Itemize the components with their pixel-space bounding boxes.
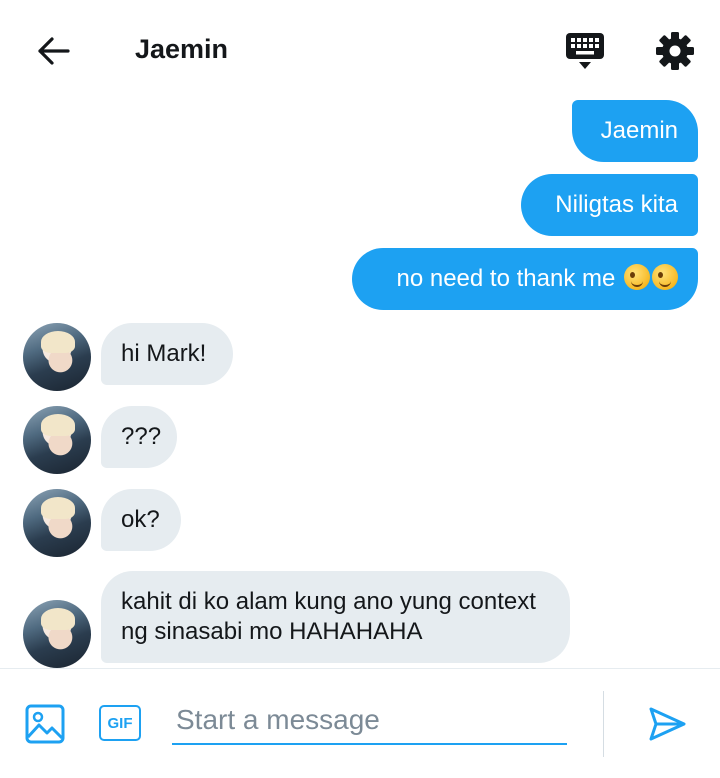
divider [603,691,604,757]
message-bubble-incoming[interactable]: ??? [101,406,177,468]
message-list[interactable]: Jaemin Niligtas kita no need to thank me… [0,100,720,668]
gif-button[interactable]: GIF [99,705,141,741]
avatar[interactable] [23,406,91,474]
message-bubble-incoming[interactable]: kahit di ko alam kung ano yung context n… [101,571,570,663]
message-bubble-outgoing[interactable]: no need to thank me [352,248,698,310]
message-text: ??? [121,423,162,450]
avatar[interactable] [23,323,91,391]
message-bubble-incoming[interactable]: ok? [101,489,181,551]
image-icon [25,704,65,744]
send-icon [649,707,686,741]
message-input[interactable] [172,697,567,745]
avatar[interactable] [23,600,91,668]
message-text: ok? [121,506,160,533]
message-text: Jaemin [600,117,678,144]
message-text: no need to thank me [396,265,616,292]
add-image-button[interactable] [24,703,66,745]
keyboard-toggle-button[interactable] [560,28,610,74]
conversation-title: Jaemin [135,34,229,64]
gear-icon [656,32,694,70]
back-button[interactable] [30,28,76,74]
message-text: kahit di ko alam kung ano yung context n… [121,588,536,645]
winking-face-emoji [652,264,678,290]
message-bubble-incoming[interactable]: hi Mark! [101,323,233,385]
send-button[interactable] [646,703,688,745]
settings-button[interactable] [650,26,700,76]
message-bubble-outgoing[interactable]: Jaemin [572,100,698,162]
avatar[interactable] [23,489,91,557]
conversation-header: Jaemin [0,0,720,100]
keyboard-icon [566,33,604,69]
message-composer: GIF [0,668,720,778]
message-text: Niligtas kita [555,191,678,218]
winking-face-emoji [624,264,650,290]
message-bubble-outgoing[interactable]: Niligtas kita [521,174,698,236]
arrow-left-icon [38,37,70,65]
message-text: hi Mark! [121,340,207,367]
